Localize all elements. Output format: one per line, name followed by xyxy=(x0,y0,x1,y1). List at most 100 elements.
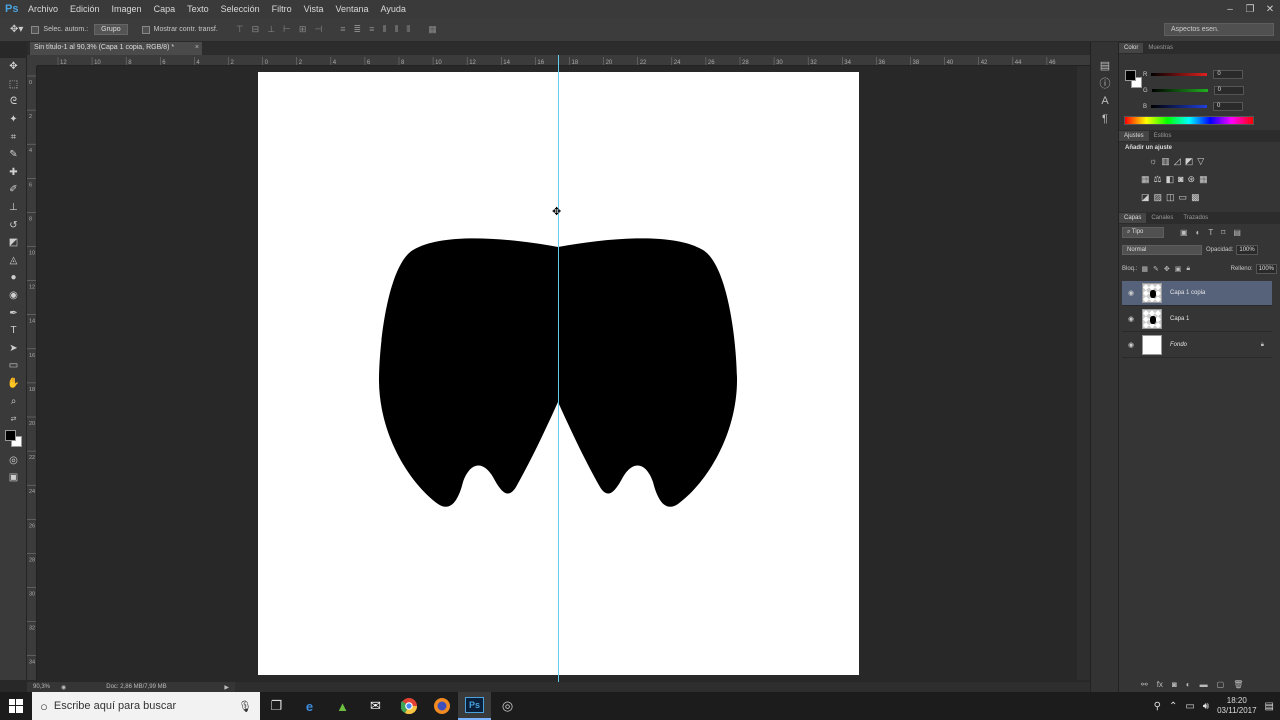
photo-filter-adjust-icon[interactable]: ◙ xyxy=(1178,174,1183,185)
color-spectrum-ramp[interactable] xyxy=(1124,116,1254,125)
link-layers-icon[interactable]: ⚯ xyxy=(1141,680,1148,689)
auto-select-checkbox[interactable] xyxy=(31,25,40,34)
menu-edicion[interactable]: Edición xyxy=(64,4,106,14)
network-icon[interactable]: ▭ xyxy=(1185,701,1194,712)
menu-ventana[interactable]: Ventana xyxy=(330,4,375,14)
info-panel-icon[interactable]: ⓘ xyxy=(1091,74,1119,92)
gradient-map-adjust-icon[interactable]: ▭ xyxy=(1179,192,1188,203)
pen-tool-icon[interactable]: ✒ xyxy=(0,304,27,322)
distribute-bottom-icon[interactable]: ≡ xyxy=(369,24,374,35)
levels-adjust-icon[interactable]: ▥ xyxy=(1161,156,1170,167)
layer-style-icon[interactable]: fx xyxy=(1157,680,1163,689)
lasso-tool-icon[interactable]: ᘓ xyxy=(0,93,27,111)
horizontal-scrollbar[interactable] xyxy=(235,682,1090,692)
eraser-tool-icon[interactable]: ◩ xyxy=(0,234,27,252)
threshold-adjust-icon[interactable]: ◫ xyxy=(1166,192,1175,203)
panel-foreground-swatch[interactable] xyxy=(1125,70,1136,81)
close-tab-icon[interactable]: × xyxy=(195,44,199,51)
distribute-right-icon[interactable]: ⦀ xyxy=(406,24,410,35)
clock[interactable]: 18:20 03/11/2017 xyxy=(1217,696,1256,716)
menu-seleccion[interactable]: Selección xyxy=(215,4,266,14)
filter-shape-icon[interactable]: ⌑ xyxy=(1221,228,1225,237)
selective-color-adjust-icon[interactable]: ▩ xyxy=(1191,192,1200,203)
black-white-adjust-icon[interactable]: ◧ xyxy=(1166,174,1175,185)
visibility-eye-icon[interactable]: ◉ xyxy=(1122,289,1140,297)
horizontal-ruler[interactable]: 12 10 8 6 4 2 0 2 4 6 8 10 12 14 16 18 20 22 24 26 28 30 32 34 3… xyxy=(37,55,1090,66)
dodge-tool-icon[interactable]: ◉ xyxy=(0,287,27,305)
align-vcenter-icon[interactable]: ⊟ xyxy=(252,24,260,35)
channel-g-value[interactable]: 0 xyxy=(1213,86,1244,95)
curves-adjust-icon[interactable]: ◿ xyxy=(1174,156,1181,167)
eyedropper-tool-icon[interactable]: ✎ xyxy=(0,146,27,164)
channel-r-slider[interactable] xyxy=(1151,73,1208,76)
quick-mask-icon[interactable]: ◎ xyxy=(0,451,27,469)
foreground-color-swatch[interactable] xyxy=(5,430,16,442)
zoom-level[interactable]: 90,3% xyxy=(27,684,55,690)
move-tool-icon[interactable]: ✥ xyxy=(0,58,27,76)
opacity-input[interactable]: 100% xyxy=(1236,245,1258,255)
tab-adjustments[interactable]: Ajustes xyxy=(1119,131,1149,141)
clone-stamp-tool-icon[interactable]: ⊥ xyxy=(0,199,27,217)
marquee-tool-icon[interactable]: ⬚ xyxy=(0,76,27,94)
paint-bucket-tool-icon[interactable]: ◬ xyxy=(0,252,27,270)
edge-icon[interactable]: e xyxy=(293,692,326,720)
channel-g-slider[interactable] xyxy=(1151,89,1208,92)
channel-r-value[interactable]: 0 xyxy=(1213,70,1244,79)
history-brush-tool-icon[interactable]: ↺ xyxy=(0,216,27,234)
restore-icon[interactable]: ❐ xyxy=(1240,4,1260,15)
minimize-icon[interactable]: – xyxy=(1220,4,1240,15)
distribute-top-icon[interactable]: ≡ xyxy=(340,24,345,35)
filter-pixel-icon[interactable]: ▣ xyxy=(1180,228,1188,237)
magic-wand-tool-icon[interactable]: ✦ xyxy=(0,111,27,129)
transform-controls-checkbox[interactable] xyxy=(141,25,150,34)
photos-app-icon[interactable]: ▲ xyxy=(326,692,359,720)
paragraph-panel-icon[interactable]: ¶ xyxy=(1091,110,1119,128)
layer-filter-dropdown[interactable]: ⌕ Tipo xyxy=(1122,227,1164,238)
ruler-corner[interactable] xyxy=(27,55,37,66)
filter-smart-icon[interactable]: ▤ xyxy=(1233,228,1241,237)
photoshop-taskbar-icon[interactable]: Ps xyxy=(458,692,491,720)
zoom-tool-icon[interactable]: ⌕ xyxy=(0,392,27,410)
layer-name[interactable]: Fondo xyxy=(1170,342,1187,348)
channel-mixer-adjust-icon[interactable]: ⊛ xyxy=(1188,174,1196,185)
tab-layers[interactable]: Capas xyxy=(1119,213,1147,223)
healing-brush-tool-icon[interactable]: ✚ xyxy=(0,164,27,182)
tab-color[interactable]: Color xyxy=(1119,43,1144,53)
menu-archivo[interactable]: Archivo xyxy=(22,4,64,14)
vertical-ruler[interactable]: 0 2 4 6 8 10 12 14 16 18 20 22 24 26 28 30 32 34 xyxy=(27,66,37,680)
move-tool-icon[interactable]: ✥▾ xyxy=(10,24,23,35)
new-layer-icon[interactable]: ▢ xyxy=(1217,680,1225,689)
add-mask-icon[interactable]: ◙ xyxy=(1172,680,1177,689)
posterize-adjust-icon[interactable]: ▨ xyxy=(1154,192,1163,203)
menu-capa[interactable]: Capa xyxy=(148,4,182,14)
lock-all-icon[interactable]: 🔒︎ xyxy=(1186,265,1190,273)
tray-chevron-icon[interactable]: ⌃ xyxy=(1169,701,1177,712)
firefox-icon[interactable] xyxy=(425,692,458,720)
exposure-adjust-icon[interactable]: ◩ xyxy=(1185,156,1194,167)
status-info-icon[interactable]: ◉ xyxy=(61,684,66,691)
menu-vista[interactable]: Vista xyxy=(298,4,330,14)
blur-tool-icon[interactable]: ● xyxy=(0,269,27,287)
layer-name[interactable]: Capa 1 xyxy=(1170,316,1189,322)
layer-row-capa-1-copia[interactable]: ◉ Capa 1 copia xyxy=(1122,281,1272,306)
fill-input[interactable]: 100% xyxy=(1255,264,1277,274)
mail-icon[interactable]: ✉ xyxy=(359,692,392,720)
status-menu-arrow-icon[interactable]: ▶ xyxy=(224,684,229,691)
channel-b-slider[interactable] xyxy=(1151,105,1208,108)
layer-name[interactable]: Capa 1 copia xyxy=(1170,290,1205,296)
menu-imagen[interactable]: Imagen xyxy=(106,4,148,14)
hand-tool-icon[interactable]: ✋ xyxy=(0,375,27,393)
character-panel-icon[interactable]: A xyxy=(1091,92,1119,110)
aperture-app-icon[interactable]: ◎ xyxy=(491,692,524,720)
new-group-icon[interactable]: ▬ xyxy=(1200,680,1208,689)
crop-tool-icon[interactable]: ⌗ xyxy=(0,128,27,146)
color-balance-adjust-icon[interactable]: ⚖ xyxy=(1154,174,1162,185)
screen-mode-icon[interactable]: ▣ xyxy=(0,469,27,487)
auto-select-target-dropdown[interactable]: Grupo xyxy=(94,24,128,35)
tab-channels[interactable]: Canales xyxy=(1146,213,1178,223)
layer-row-capa-1[interactable]: ◉ Capa 1 xyxy=(1122,307,1272,332)
taskbar-search[interactable]: ○ Escribe aquí para buscar 🎙︎ xyxy=(32,692,260,720)
new-adjustment-layer-icon[interactable]: ◐ xyxy=(1186,680,1191,689)
tab-paths[interactable]: Trazados xyxy=(1178,213,1213,223)
brightness-adjust-icon[interactable]: ☼ xyxy=(1149,156,1157,167)
